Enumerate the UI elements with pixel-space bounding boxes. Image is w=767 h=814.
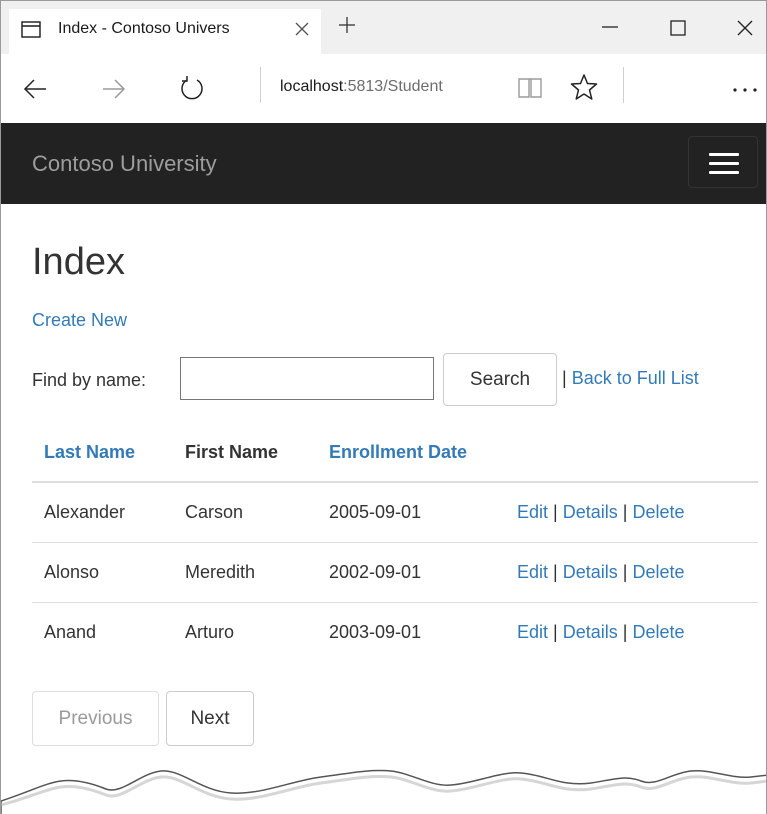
details-link[interactable]: Details — [563, 562, 618, 582]
action-separator: | — [553, 561, 558, 582]
url-path: :5813/Student — [343, 78, 443, 95]
action-separator: | — [553, 621, 558, 642]
action-separator: | — [622, 561, 628, 582]
cell-last-name: Alexander — [32, 482, 173, 543]
tab-title: Index - Contoso Univers — [58, 20, 230, 37]
header-first-name: First Name — [173, 423, 317, 483]
delete-link[interactable]: Delete — [633, 502, 685, 522]
more-options-icon[interactable] — [731, 86, 761, 94]
students-table: Last Name First Name Enrollment Date Ale… — [32, 423, 758, 662]
browser-window: Index - Contoso Univers localhost:5813/S… — [0, 0, 767, 814]
cell-first-name: Arturo — [185, 621, 235, 642]
brand-link[interactable]: Contoso University — [32, 151, 217, 177]
cell-enrollment-date: 2003-09-01 — [329, 621, 422, 642]
maximize-icon[interactable] — [667, 17, 689, 39]
find-by-name-label: Find by name: — [32, 370, 147, 390]
cell-first-name: Meredith — [173, 542, 317, 603]
search-input[interactable] — [180, 357, 434, 400]
site-navbar: Contoso University — [1, 123, 766, 204]
search-button[interactable]: Search — [443, 353, 557, 406]
toolbar-separator — [623, 67, 624, 103]
edit-link[interactable]: Edit — [517, 562, 548, 582]
cell-first-name: Carson — [173, 482, 317, 543]
address-bar-row: localhost:5813/Student — [1, 54, 766, 123]
browser-tab[interactable]: Index - Contoso Univers — [9, 9, 321, 54]
address-separator — [260, 67, 261, 103]
header-last-name: Last Name — [32, 423, 173, 483]
url-field[interactable]: localhost:5813/Student — [280, 78, 443, 96]
cell-actions: Edit | Details | Delete — [517, 602, 758, 662]
hamburger-bar — [709, 171, 739, 174]
window-close-icon[interactable] — [734, 17, 756, 39]
action-separator: | — [622, 501, 628, 522]
cell-enrollment-date: 2005-09-01 — [317, 482, 517, 543]
menu-toggle-button[interactable] — [688, 136, 758, 188]
hamburger-bar — [709, 162, 739, 165]
table-row: Alonso Meredith 2002-09-01 Edit | Detail… — [32, 542, 758, 603]
action-separator: | — [622, 621, 628, 642]
torn-edge-decoration — [1, 769, 766, 814]
next-page-button[interactable]: Next — [166, 691, 254, 746]
delete-link[interactable]: Delete — [633, 562, 685, 582]
minimize-icon[interactable] — [599, 17, 621, 37]
header-enrollment-date: Enrollment Date — [317, 423, 517, 483]
tab-strip: Index - Contoso Univers — [1, 1, 766, 54]
cell-last-name: Alonso — [32, 542, 173, 603]
sort-enrollment-date-link[interactable]: Enrollment Date — [329, 442, 467, 462]
cell-enrollment-date: 2002-09-01 — [317, 542, 517, 603]
table-row: Alexander Carson 2005-09-01 Edit | Detai… — [32, 482, 758, 543]
new-tab-icon[interactable] — [337, 15, 357, 35]
previous-page-button[interactable]: Previous — [32, 691, 159, 746]
back-to-full-list-link[interactable]: Back to Full List — [572, 368, 699, 388]
refresh-icon[interactable] — [178, 75, 206, 103]
edit-link[interactable]: Edit — [517, 502, 548, 522]
reading-view-icon[interactable] — [517, 76, 543, 100]
back-arrow-icon[interactable] — [23, 78, 47, 100]
table-header-row: Last Name First Name Enrollment Date — [32, 423, 758, 483]
cell-actions: Edit | Details | Delete — [517, 542, 758, 603]
forward-arrow-icon[interactable] — [102, 78, 126, 100]
cell-last-name: Anand — [44, 621, 97, 642]
hamburger-bar — [709, 153, 739, 156]
back-to-list-wrap: | Back to Full List — [562, 368, 699, 389]
url-host: localhost — [280, 78, 344, 95]
pipe-separator: | — [562, 368, 567, 388]
details-link[interactable]: Details — [563, 622, 618, 642]
action-separator: | — [553, 501, 558, 522]
edit-link[interactable]: Edit — [517, 622, 548, 642]
page-icon — [21, 21, 41, 38]
header-actions — [517, 423, 758, 483]
table-row: Anand Arturo 2003-09-01 Edit | Details |… — [32, 602, 758, 662]
details-link[interactable]: Details — [563, 502, 618, 522]
favorite-star-icon[interactable] — [570, 73, 598, 101]
create-new-link[interactable]: Create New — [32, 310, 127, 331]
close-tab-icon[interactable] — [292, 19, 312, 39]
sort-last-name-link[interactable]: Last Name — [44, 442, 135, 462]
cell-actions: Edit | Details | Delete — [517, 482, 758, 543]
page-title: Index — [32, 241, 125, 283]
delete-link[interactable]: Delete — [633, 622, 685, 642]
